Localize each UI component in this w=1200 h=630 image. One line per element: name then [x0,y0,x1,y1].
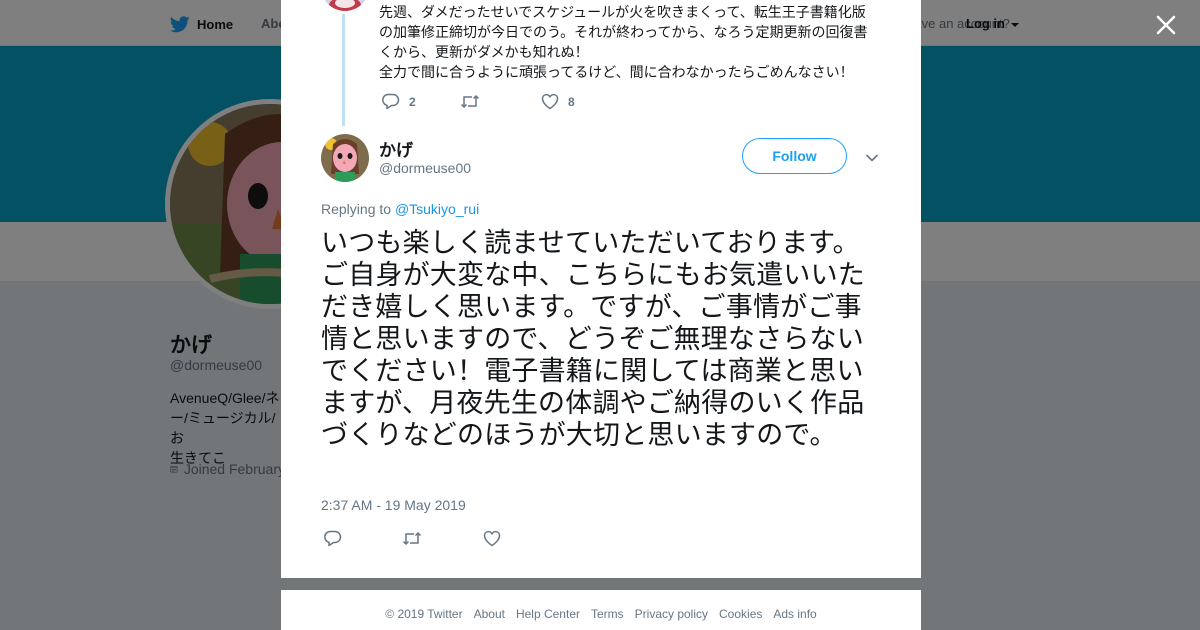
like-count: 8 [568,94,575,109]
heart-icon [483,530,501,547]
like-button[interactable] [483,530,501,547]
footer-copyright: © 2019 Twitter [385,607,463,621]
footer-cookies-link[interactable]: Cookies [719,607,762,621]
author-avatar[interactable] [321,134,369,182]
reply-button[interactable] [324,530,342,547]
avatar-image [321,134,369,182]
retweet-button[interactable] [402,530,422,547]
previous-tweet-avatar[interactable] [321,0,369,11]
author-handle[interactable]: @dormeuse00 [379,160,471,176]
footer-about-link[interactable]: About [474,607,505,621]
retweet-icon [402,531,422,546]
footer-terms-link[interactable]: Terms [591,607,624,621]
replying-to-link[interactable]: @Tsukiyo_rui [395,201,479,217]
close-button[interactable] [1152,11,1180,39]
footer: © 2019 Twitter About Help Center Terms P… [281,590,921,630]
reply-count: 2 [409,94,416,109]
replying-to: Replying to @Tsukiyo_rui [321,201,479,217]
tweet-timestamp[interactable]: 2:37 AM - 19 May 2019 [321,497,466,513]
tweet-text: いつも楽しく読ませていただいております。ご自身が大変な中、こちらにもお気遣いいた… [321,228,865,450]
author-name[interactable]: かげ [379,136,413,161]
reply-icon [382,93,400,110]
heart-icon [541,93,559,110]
previous-retweet-button[interactable] [460,93,489,110]
close-icon [1156,15,1176,35]
tweet-modal: 先週、ダメだったせいでスケジュールが火を吹きまくって、転生王子書籍化版 の加筆修… [281,0,921,578]
previous-reply-button[interactable]: 2 [382,93,416,110]
thread-connector [342,14,345,126]
previous-like-button[interactable]: 8 [541,93,575,110]
footer-help-link[interactable]: Help Center [516,607,580,621]
previous-tweet-text: 先週、ダメだったせいでスケジュールが火を吹きまくって、転生王子書籍化版 の加筆修… [379,4,868,80]
more-options-button[interactable] [865,151,879,163]
chevron-down-icon [866,154,878,162]
follow-button[interactable]: Follow [742,138,847,174]
footer-privacy-link[interactable]: Privacy policy [635,607,708,621]
replying-prefix: Replying to [321,201,392,217]
retweet-icon [460,94,480,109]
reply-icon [324,530,342,547]
footer-ads-link[interactable]: Ads info [773,607,816,621]
avatar-image [321,0,369,11]
